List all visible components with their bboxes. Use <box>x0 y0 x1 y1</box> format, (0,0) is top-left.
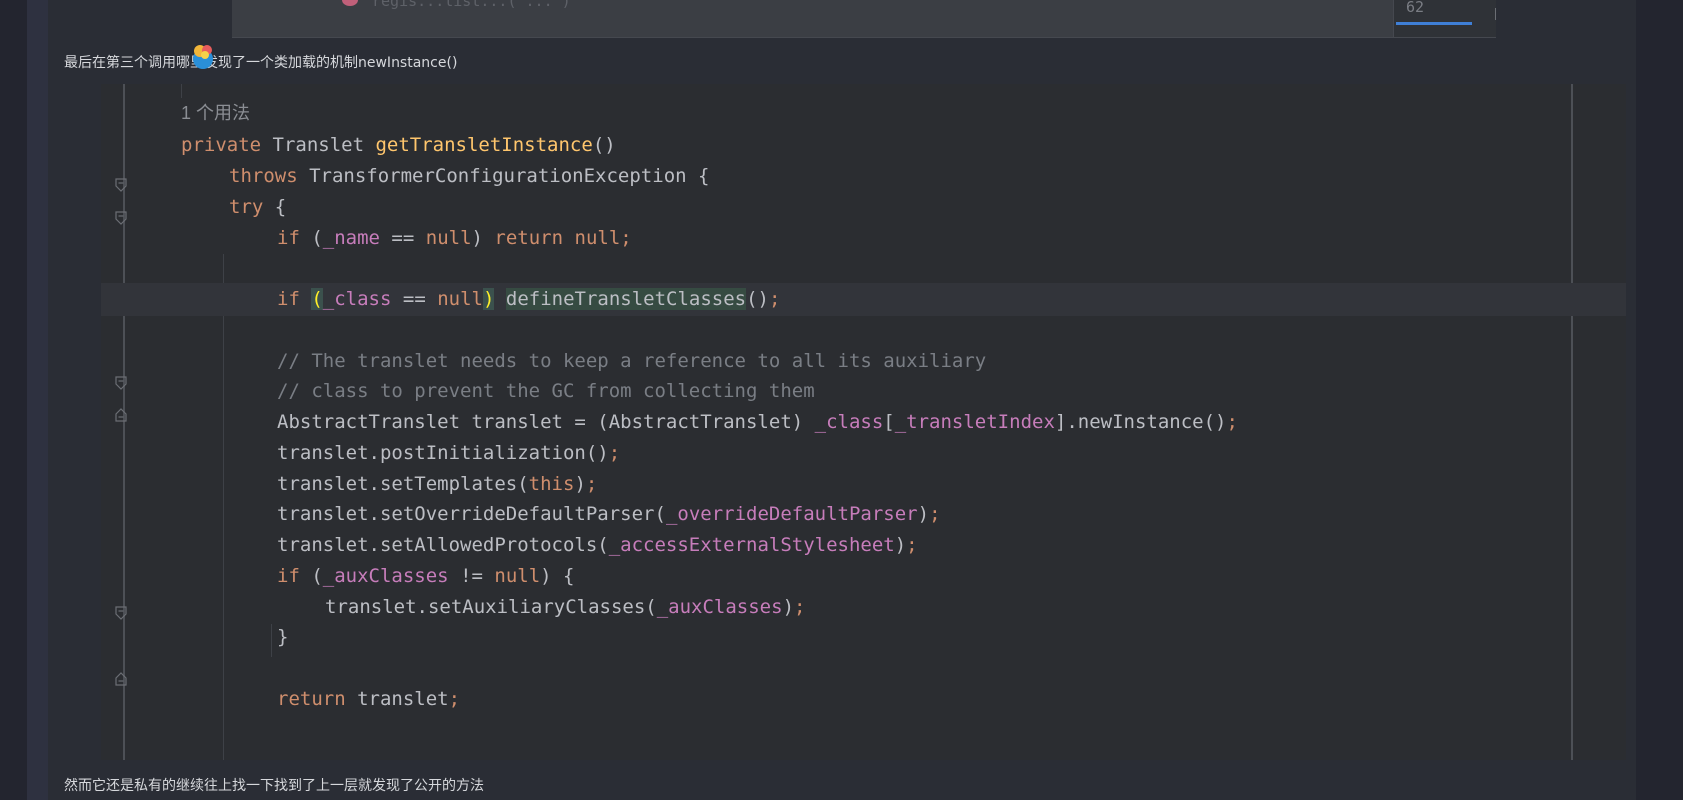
code-line: translet.postInitialization(); <box>101 437 1626 470</box>
code-line-text: } <box>277 626 289 648</box>
code-line: translet.setAuxiliaryClasses(_auxClasses… <box>101 591 1626 624</box>
breakpoint-icon <box>342 0 358 6</box>
minimap-progress-bar <box>1396 22 1472 25</box>
code-line-text: private Translet getTransletInstance() <box>181 134 616 156</box>
code-line: translet.setTemplates(this); <box>101 468 1626 501</box>
code-line-text: if (_class == null) defineTransletClasse… <box>277 288 781 310</box>
code-line-text: translet.setAuxiliaryClasses(_auxClasses… <box>325 596 806 618</box>
code-line-text: translet.setAllowedProtocols(_accessExte… <box>277 534 918 556</box>
minimap-tick <box>1495 8 1496 20</box>
code-line-text: translet.postInitialization(); <box>277 442 621 464</box>
code-line-text: throws TransformerConfigurationException… <box>229 165 710 187</box>
code-line-text: translet.setOverrideDefaultParser(_overr… <box>277 503 941 525</box>
code-line: translet.setOverrideDefaultParser(_overr… <box>101 498 1626 531</box>
left-frame-inner-strip <box>27 0 48 800</box>
code-line: if (_class == null) defineTransletClasse… <box>101 283 1626 316</box>
minimap-number: 62 <box>1406 0 1425 16</box>
paragraph-second: 然而它还是私有的继续往上找一下找到了上一层就发现了公开的方法 <box>64 778 484 794</box>
code-line-text: try { <box>229 196 287 218</box>
code-line: if (_name == null) return null; <box>101 222 1626 255</box>
code-line-text: return translet; <box>277 688 461 710</box>
code-line: // class to prevent the GC from collecti… <box>101 375 1626 408</box>
code-line-text: // The translet needs to keep a referenc… <box>277 350 987 372</box>
left-frame-strip <box>0 0 27 800</box>
code-line: translet.setAllowedProtocols(_accessExte… <box>101 529 1626 562</box>
right-frame-strip <box>1636 0 1683 800</box>
code-line-text: if (_auxClasses != null) { <box>277 565 575 587</box>
code-line: // The translet needs to keep a referenc… <box>101 345 1626 378</box>
code-line: throws TransformerConfigurationException… <box>101 160 1626 193</box>
code-line: AbstractTranslet translet = (AbstractTra… <box>101 406 1626 439</box>
code-line: try { <box>101 191 1626 224</box>
code-line: if (_auxClasses != null) { <box>101 560 1626 593</box>
code-line-text: AbstractTranslet translet = (AbstractTra… <box>277 411 1238 433</box>
code-line-text: translet.setTemplates(this); <box>277 473 598 495</box>
code-screenshot: 1 个用法 private Translet getTransletInstan… <box>101 84 1626 760</box>
usage-hint: 1 个用法 <box>181 103 251 123</box>
code-line: return translet; <box>101 683 1626 716</box>
faded-code-text: regis...list...( ... ) <box>372 0 571 10</box>
indent-guide <box>181 84 182 98</box>
code-line-text: if (_name == null) return null; <box>277 227 632 249</box>
avatar-sticker-icon <box>193 45 213 69</box>
code-line-text: // class to prevent the GC from collecti… <box>277 380 815 402</box>
code-line: } <box>101 621 1626 654</box>
top-screenshot-fragment: regis...list...( ... ) 62 <box>232 0 1496 38</box>
paragraph-first: 最后在第三个调用哪里发现了一个类加载的机制newInstance() <box>64 55 458 71</box>
minimap-panel: 62 <box>1393 0 1496 37</box>
code-line: private Translet getTransletInstance() <box>101 129 1626 162</box>
